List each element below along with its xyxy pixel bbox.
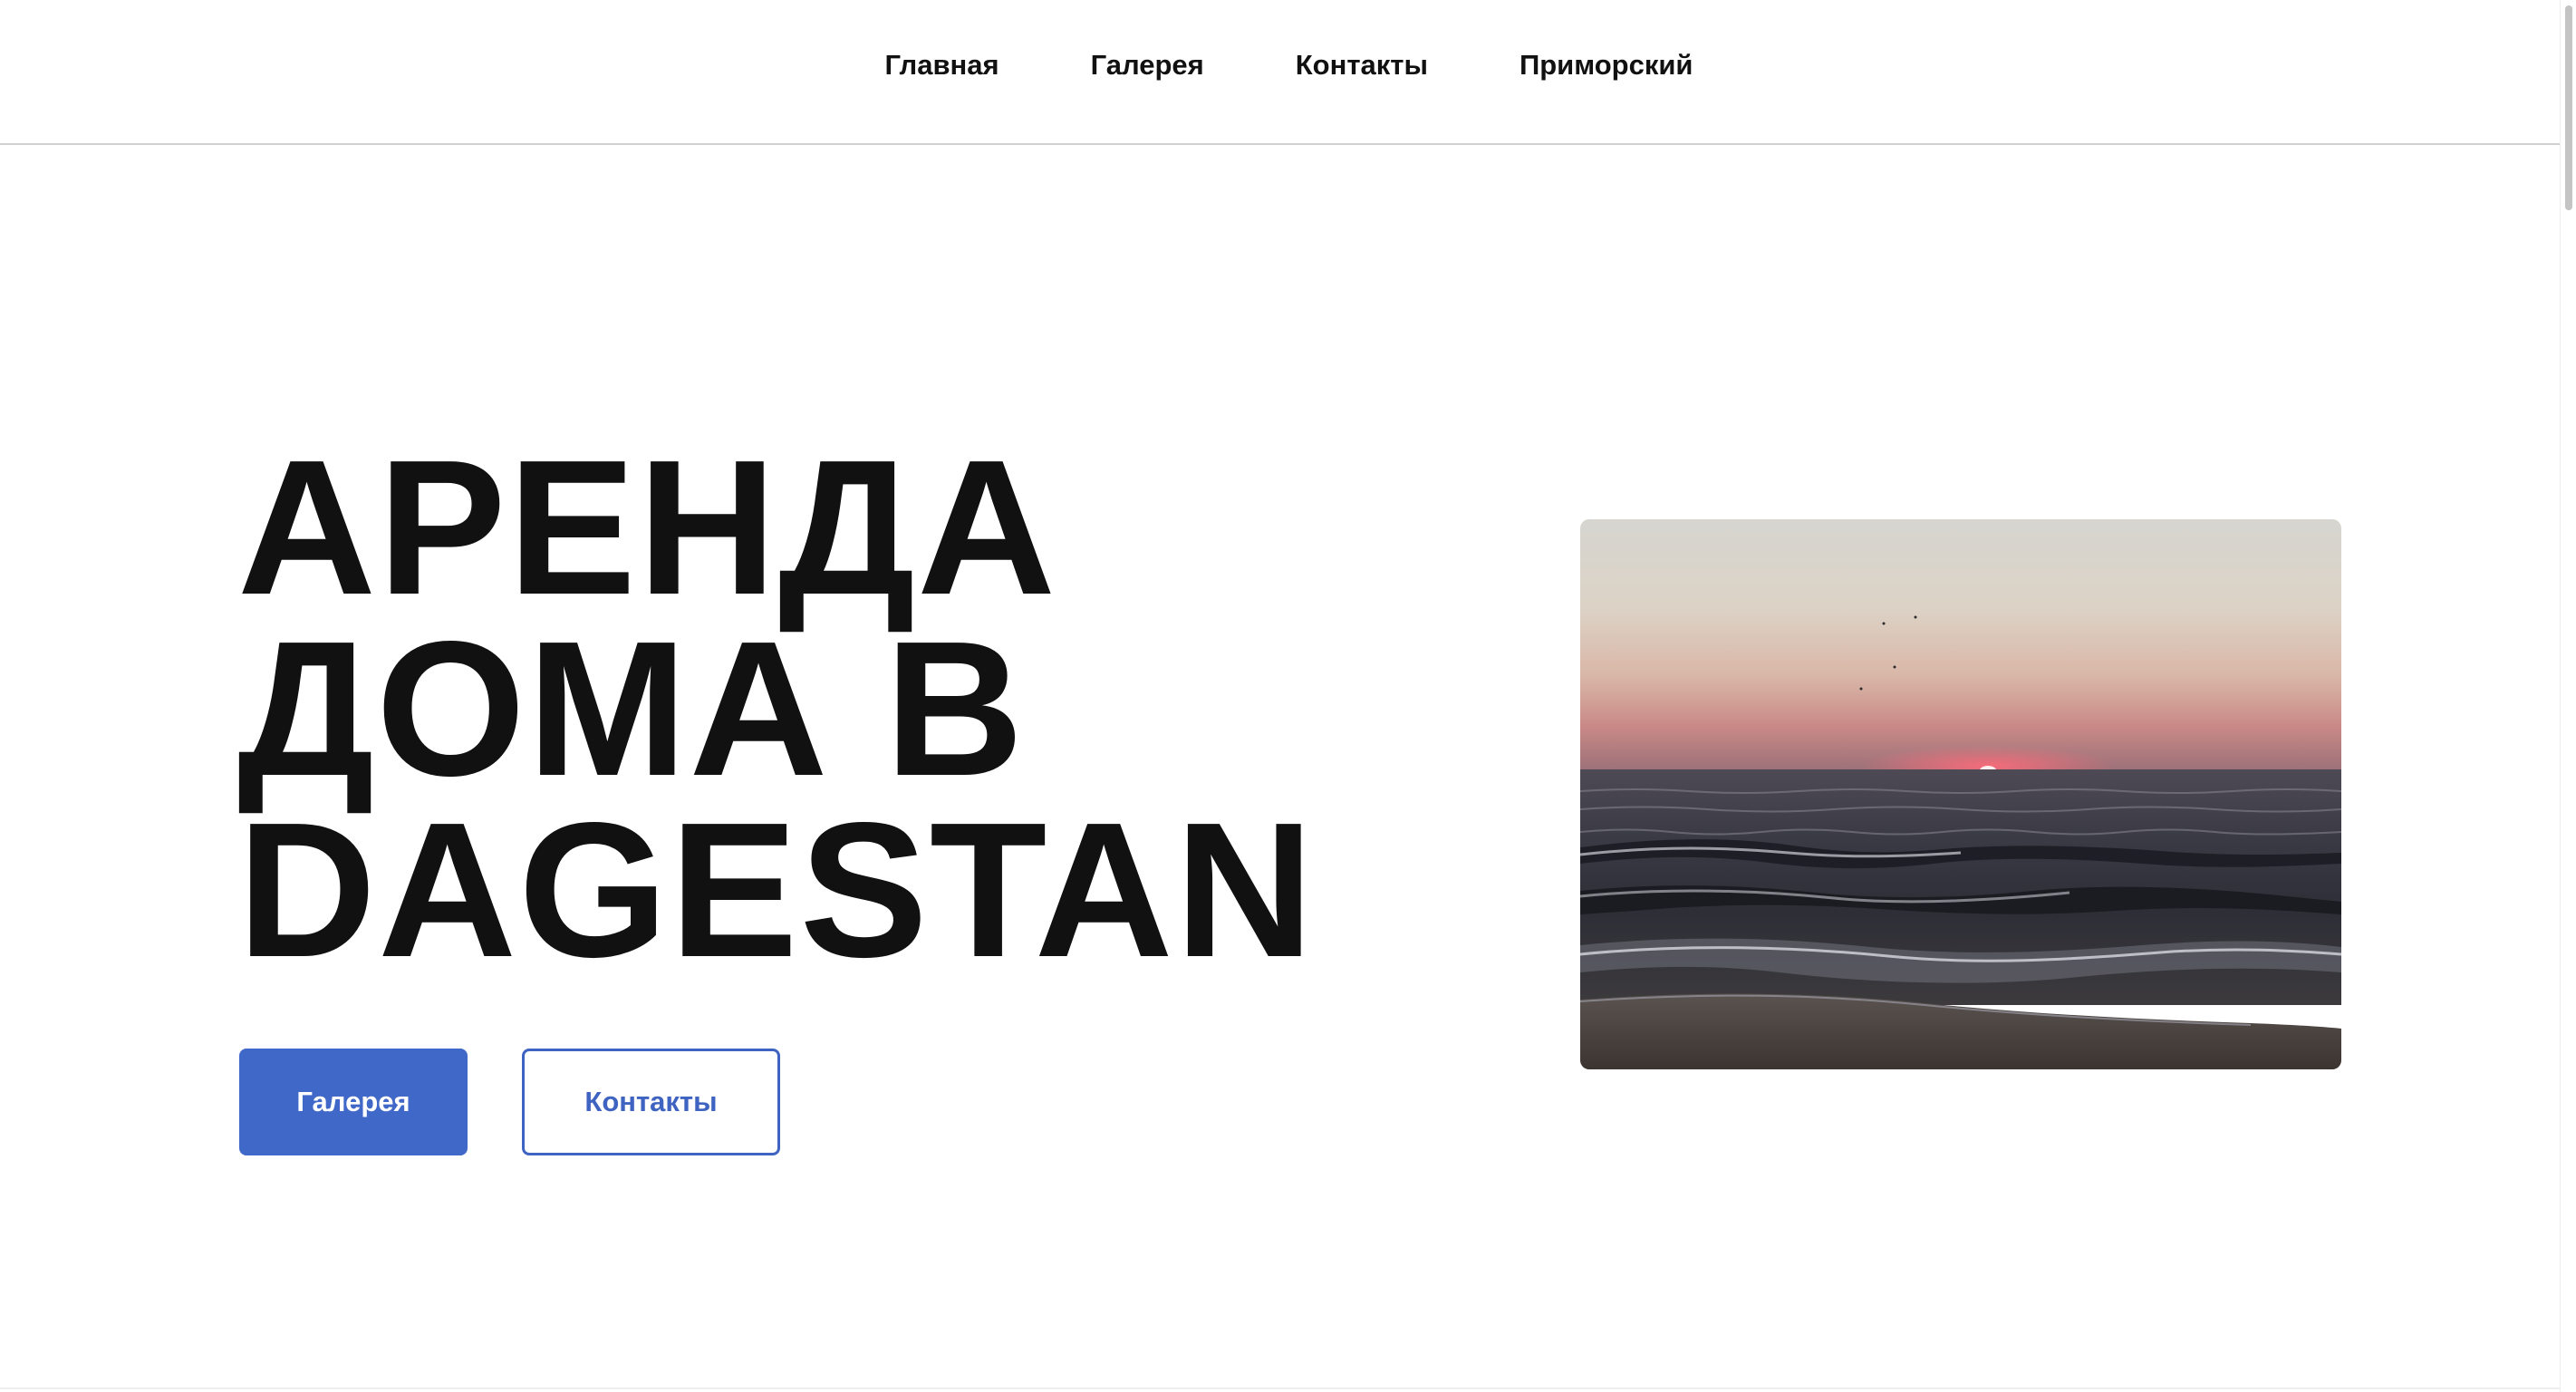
sea-sunset-illustration: [1580, 519, 2341, 1069]
nav-link-primorsky[interactable]: Приморский: [1520, 49, 1693, 82]
site-header: Главная Галерея Контакты Приморский: [0, 0, 2560, 145]
main-nav: Главная Галерея Контакты Приморский: [884, 49, 1693, 82]
hero-title: АРЕНДА ДОМА В DAGESTAN: [237, 420, 1316, 997]
sea-sunset-photo: [1580, 519, 2341, 1069]
section-divider: [0, 1387, 2560, 1389]
scrollbar-thumb[interactable]: [2565, 5, 2572, 210]
hero-title-line-3: DAGESTAN: [237, 782, 1316, 997]
page: Главная Галерея Контакты Приморский АРЕН…: [0, 0, 2576, 1392]
nav-link-home[interactable]: Главная: [884, 49, 999, 82]
contacts-button[interactable]: Контакты: [522, 1049, 780, 1155]
nav-link-gallery[interactable]: Галерея: [1091, 49, 1204, 82]
gallery-button[interactable]: Галерея: [239, 1049, 468, 1155]
hero-title-line-1: АРЕНДА: [237, 420, 1058, 634]
nav-link-contacts[interactable]: Контакты: [1296, 49, 1428, 82]
hero-title-line-2: ДОМА В: [237, 601, 1026, 816]
page-scrollbar[interactable]: [2560, 0, 2576, 1392]
